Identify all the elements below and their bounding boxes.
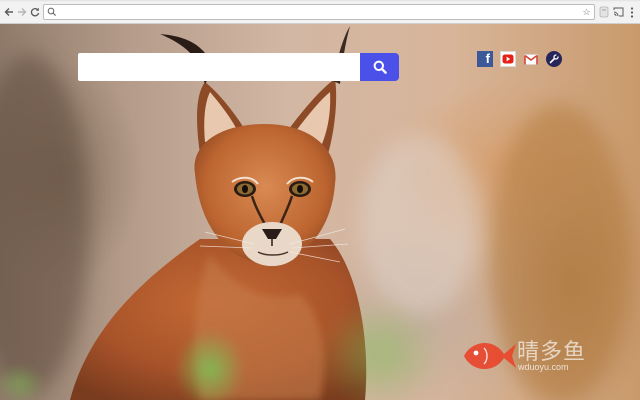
- back-arrow-icon[interactable]: [2, 5, 15, 19]
- search-icon: [47, 7, 57, 17]
- star-icon[interactable]: ☆: [581, 7, 592, 18]
- quick-links: f: [477, 51, 562, 67]
- cast-icon[interactable]: [612, 6, 624, 18]
- browser-toolbar: ☆: [0, 0, 640, 24]
- reload-icon[interactable]: [28, 5, 41, 19]
- watermark-url: wduoyu.com: [518, 362, 569, 372]
- watermark: 晴多鱼 wduoyu.com: [462, 332, 612, 378]
- forward-arrow-icon[interactable]: [15, 5, 28, 19]
- address-bar[interactable]: ☆: [43, 4, 595, 20]
- youtube-icon[interactable]: [500, 51, 516, 67]
- search-icon: [373, 60, 387, 74]
- facebook-icon[interactable]: f: [477, 51, 493, 67]
- fish-logo-icon: [464, 342, 516, 370]
- search-input[interactable]: [78, 53, 360, 81]
- gmail-icon[interactable]: [523, 51, 539, 67]
- tab-strip: [0, 0, 640, 2]
- wrench-icon[interactable]: [546, 51, 562, 67]
- browser-window: f 晴多鱼 wduoyu.com ☆: [0, 0, 640, 400]
- address-input[interactable]: [57, 6, 581, 18]
- search-bar: [78, 53, 399, 81]
- search-button[interactable]: [360, 53, 399, 81]
- new-tab-page: f 晴多鱼 wduoyu.com: [0, 24, 640, 400]
- extension-icon[interactable]: [598, 6, 610, 18]
- menu-icon[interactable]: [626, 6, 638, 18]
